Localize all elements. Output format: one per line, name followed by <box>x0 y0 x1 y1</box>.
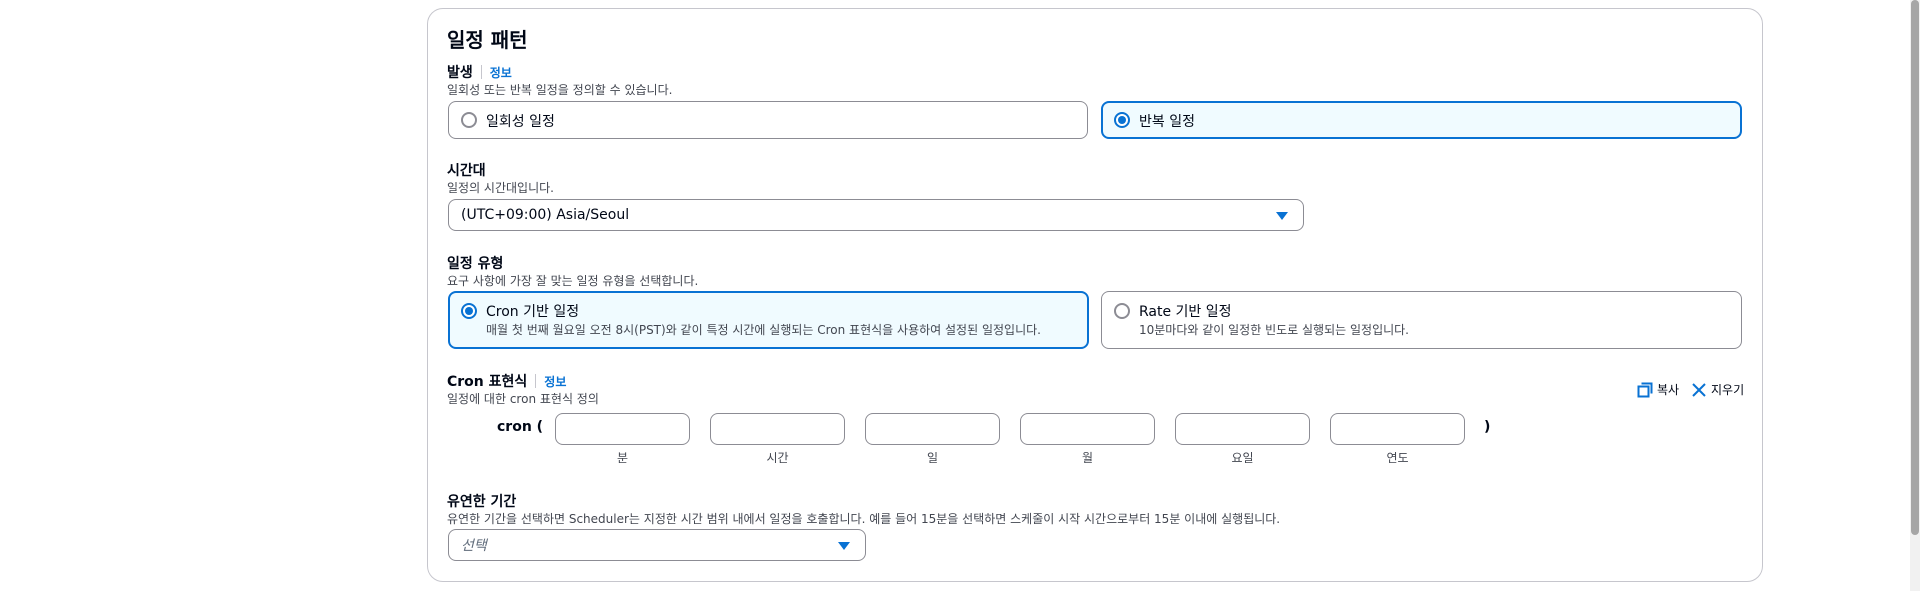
cron-minutes-caption: 분 <box>616 451 629 465</box>
rate-based-schedule-option[interactable]: Rate 기반 일정 10분마다와 같이 일정한 빈도로 실행되는 일정입니다. <box>1101 291 1742 349</box>
copy-button[interactable]: 복사 <box>1637 381 1679 398</box>
cron-month-input[interactable] <box>1020 413 1155 445</box>
cron-hours-input[interactable] <box>710 413 845 445</box>
timezone-value: (UTC+09:00) Asia/Seoul <box>461 207 630 223</box>
cron-year-caption: 연도 <box>1386 451 1409 465</box>
timezone-select[interactable]: (UTC+09:00) Asia/Seoul <box>448 199 1304 231</box>
copy-icon <box>1637 382 1653 397</box>
cron-suffix: ) <box>1484 419 1491 435</box>
copy-label: 복사 <box>1657 383 1680 397</box>
cron-hours-caption: 시간 <box>766 451 789 465</box>
cron-info-link[interactable]: 정보 <box>544 375 566 389</box>
schedule-type-label: 일정 유형 <box>447 256 504 272</box>
cron-year-input[interactable] <box>1330 413 1465 445</box>
cron-day-input[interactable] <box>865 413 1000 445</box>
cron-based-schedule-option[interactable]: Cron 기반 일정 매월 첫 번째 월요일 오전 8시(PST)와 같이 특정… <box>448 291 1089 349</box>
cron-weekday-caption: 요일 <box>1231 451 1254 465</box>
option-title: Rate 기반 일정 <box>1139 304 1232 320</box>
option-label: 일회성 일정 <box>486 114 555 130</box>
flexible-window-description: 유연한 기간을 선택하면 Scheduler는 지정한 시간 범위 내에서 일정… <box>447 512 1281 526</box>
section-title: 일정 패턴 <box>447 28 528 52</box>
cron-weekday-input[interactable] <box>1175 413 1310 445</box>
clear-label: 지우기 <box>1711 383 1745 397</box>
cron-expression-description: 일정에 대한 cron 표현식 정의 <box>447 392 599 406</box>
occurrence-label: 발생 <box>447 65 473 81</box>
divider <box>480 65 482 79</box>
timezone-label: 시간대 <box>447 163 486 179</box>
occurrence-description: 일회성 또는 반복 일정을 정의할 수 있습니다. <box>447 83 673 97</box>
radio-button[interactable] <box>1114 303 1130 319</box>
occurrence-info-link[interactable]: 정보 <box>490 66 512 80</box>
flexible-window-select[interactable]: 선택 <box>448 529 866 561</box>
caret-down-icon <box>1276 212 1288 220</box>
close-icon <box>1692 382 1706 397</box>
option-title: Cron 기반 일정 <box>486 304 580 320</box>
divider <box>535 374 537 388</box>
option-description: 매월 첫 번째 월요일 오전 8시(PST)와 같이 특정 시간에 실행되는 C… <box>486 323 1041 337</box>
radio-button-selected[interactable] <box>1114 112 1130 128</box>
one-time-schedule-option[interactable]: 일회성 일정 <box>448 101 1088 139</box>
cron-expression-header: Cron 표현식 정보 <box>447 371 566 391</box>
scrollbar-thumb[interactable] <box>1911 0 1919 535</box>
recurring-schedule-option[interactable]: 반복 일정 <box>1101 101 1742 139</box>
caret-down-icon <box>838 542 850 550</box>
schedule-type-description: 요구 사항에 가장 잘 맞는 일정 유형을 선택합니다. <box>447 274 699 288</box>
option-description: 10분마다와 같이 일정한 빈도로 실행되는 일정입니다. <box>1139 323 1409 337</box>
radio-button-selected[interactable] <box>461 303 477 319</box>
cron-minutes-input[interactable] <box>555 413 690 445</box>
timezone-description: 일정의 시간대입니다. <box>447 181 554 195</box>
cron-expression-label: Cron 표현식 <box>447 374 528 390</box>
option-label: 반복 일정 <box>1139 114 1195 130</box>
cron-prefix: cron ( <box>497 419 544 435</box>
clear-button[interactable]: 지우기 <box>1691 381 1744 398</box>
flexible-window-label: 유연한 기간 <box>447 494 517 510</box>
radio-button[interactable] <box>461 112 477 128</box>
cron-month-caption: 월 <box>1081 451 1094 465</box>
cron-day-caption: 일 <box>926 451 939 465</box>
occurrence-header: 발생 정보 <box>447 62 512 82</box>
flexible-window-placeholder: 선택 <box>461 538 487 554</box>
vertical-scrollbar[interactable] <box>1910 0 1920 591</box>
